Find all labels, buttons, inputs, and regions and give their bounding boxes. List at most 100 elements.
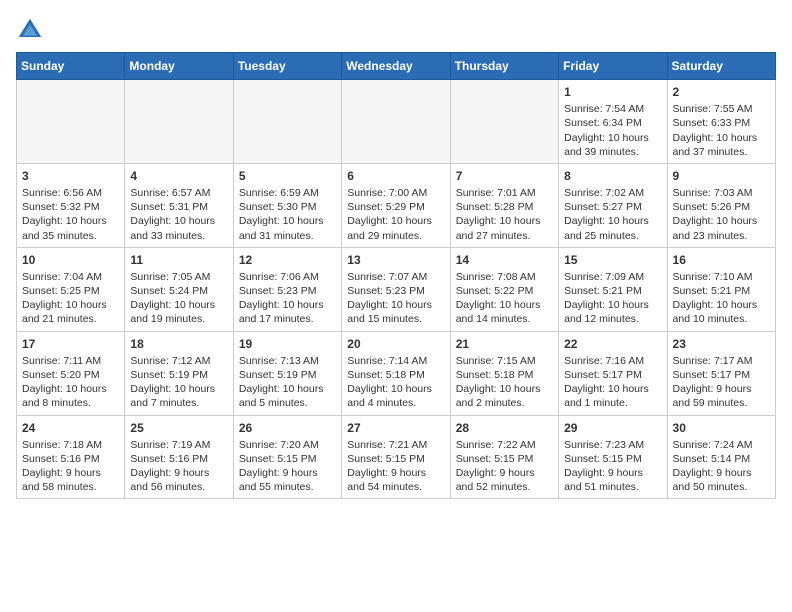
day-info: Sunrise: 7:18 AM Sunset: 5:16 PM Dayligh… [22,438,119,495]
day-number: 2 [673,84,770,100]
day-info: Sunrise: 7:11 AM Sunset: 5:20 PM Dayligh… [22,354,119,411]
calendar-cell: 27 Sunrise: 7:21 AM Sunset: 5:15 PM Dayli… [342,415,450,499]
day-info: Sunrise: 7:23 AM Sunset: 5:15 PM Dayligh… [564,438,661,495]
calendar-cell: 15 Sunrise: 7:09 AM Sunset: 5:21 PM Dayli… [559,247,667,331]
calendar-cell: 22Sunrise: 7:16 AM Sunset: 5:17 PM Dayli… [559,331,667,415]
day-number: 12 [239,252,336,268]
calendar-cell: 9 Sunrise: 7:03 AM Sunset: 5:26 PM Daylig… [667,163,775,247]
calendar-cell: 26 Sunrise: 7:20 AM Sunset: 5:15 PM Dayli… [233,415,341,499]
day-info: Sunrise: 7:06 AM Sunset: 5:23 PM Dayligh… [239,270,336,327]
logo-icon [16,16,44,44]
day-info: Sunrise: 6:57 AM Sunset: 5:31 PM Dayligh… [130,186,227,243]
weekday-header-tuesday: Tuesday [233,53,341,80]
day-number: 14 [456,252,553,268]
day-info: Sunrise: 7:04 AM Sunset: 5:25 PM Dayligh… [22,270,119,327]
calendar-cell: 11 Sunrise: 7:05 AM Sunset: 5:24 PM Dayli… [125,247,233,331]
day-info: Sunrise: 7:00 AM Sunset: 5:29 PM Dayligh… [347,186,444,243]
calendar-cell: 10 Sunrise: 7:04 AM Sunset: 5:25 PM Dayli… [17,247,125,331]
calendar-table: SundayMondayTuesdayWednesdayThursdayFrid… [16,52,776,499]
day-number: 28 [456,420,553,436]
day-info: Sunrise: 7:05 AM Sunset: 5:24 PM Dayligh… [130,270,227,327]
day-number: 15 [564,252,661,268]
weekday-header-sunday: Sunday [17,53,125,80]
calendar-cell [233,80,341,164]
weekday-header-friday: Friday [559,53,667,80]
day-number: 26 [239,420,336,436]
day-info: Sunrise: 7:08 AM Sunset: 5:22 PM Dayligh… [456,270,553,327]
calendar-cell [17,80,125,164]
day-number: 13 [347,252,444,268]
calendar-cell: 18Sunrise: 7:12 AM Sunset: 5:19 PM Dayli… [125,331,233,415]
day-info: Sunrise: 6:59 AM Sunset: 5:30 PM Dayligh… [239,186,336,243]
day-info: Sunrise: 7:21 AM Sunset: 5:15 PM Dayligh… [347,438,444,495]
calendar-cell: 4 Sunrise: 6:57 AM Sunset: 5:31 PM Daylig… [125,163,233,247]
calendar-cell: 20 Sunrise: 7:14 AM Sunset: 5:18 PM Dayli… [342,331,450,415]
day-info: Sunrise: 7:01 AM Sunset: 5:28 PM Dayligh… [456,186,553,243]
day-number: 27 [347,420,444,436]
calendar-cell: 21Sunrise: 7:15 AM Sunset: 5:18 PM Dayli… [450,331,558,415]
weekday-header-monday: Monday [125,53,233,80]
day-info: Sunrise: 7:10 AM Sunset: 5:21 PM Dayligh… [673,270,770,327]
calendar-cell: 8Sunrise: 7:02 AM Sunset: 5:27 PM Daylig… [559,163,667,247]
calendar-cell: 6Sunrise: 7:00 AM Sunset: 5:29 PM Daylig… [342,163,450,247]
day-info: Sunrise: 6:56 AM Sunset: 5:32 PM Dayligh… [22,186,119,243]
calendar-cell: 5 Sunrise: 6:59 AM Sunset: 5:30 PM Daylig… [233,163,341,247]
calendar-cell: 1 Sunrise: 7:54 AM Sunset: 6:34 PM Daylig… [559,80,667,164]
day-number: 9 [673,168,770,184]
calendar-cell: 16 Sunrise: 7:10 AM Sunset: 5:21 PM Dayli… [667,247,775,331]
weekday-header-row: SundayMondayTuesdayWednesdayThursdayFrid… [17,53,776,80]
day-number: 3 [22,168,119,184]
day-number: 23 [673,336,770,352]
day-number: 22 [564,336,661,352]
calendar-cell: 28 Sunrise: 7:22 AM Sunset: 5:15 PM Dayli… [450,415,558,499]
day-info: Sunrise: 7:07 AM Sunset: 5:23 PM Dayligh… [347,270,444,327]
day-info: Sunrise: 7:13 AM Sunset: 5:19 PM Dayligh… [239,354,336,411]
calendar-cell: 19 Sunrise: 7:13 AM Sunset: 5:19 PM Dayli… [233,331,341,415]
page-header [16,16,776,44]
day-number: 16 [673,252,770,268]
day-number: 5 [239,168,336,184]
calendar-cell: 13 Sunrise: 7:07 AM Sunset: 5:23 PM Dayli… [342,247,450,331]
week-row-4: 17 Sunrise: 7:11 AM Sunset: 5:20 PM Dayli… [17,331,776,415]
week-row-5: 24 Sunrise: 7:18 AM Sunset: 5:16 PM Dayli… [17,415,776,499]
calendar-cell: 25 Sunrise: 7:19 AM Sunset: 5:16 PM Dayli… [125,415,233,499]
week-row-3: 10 Sunrise: 7:04 AM Sunset: 5:25 PM Dayli… [17,247,776,331]
day-number: 17 [22,336,119,352]
day-number: 24 [22,420,119,436]
day-number: 21 [456,336,553,352]
day-info: Sunrise: 7:09 AM Sunset: 5:21 PM Dayligh… [564,270,661,327]
day-number: 11 [130,252,227,268]
day-info: Sunrise: 7:19 AM Sunset: 5:16 PM Dayligh… [130,438,227,495]
weekday-header-thursday: Thursday [450,53,558,80]
day-info: Sunrise: 7:03 AM Sunset: 5:26 PM Dayligh… [673,186,770,243]
calendar-cell [342,80,450,164]
calendar-cell: 29Sunrise: 7:23 AM Sunset: 5:15 PM Dayli… [559,415,667,499]
calendar-cell [125,80,233,164]
day-info: Sunrise: 7:55 AM Sunset: 6:33 PM Dayligh… [673,102,770,159]
day-info: Sunrise: 7:54 AM Sunset: 6:34 PM Dayligh… [564,102,661,159]
calendar-cell: 23 Sunrise: 7:17 AM Sunset: 5:17 PM Dayli… [667,331,775,415]
day-info: Sunrise: 7:12 AM Sunset: 5:19 PM Dayligh… [130,354,227,411]
calendar-cell: 7 Sunrise: 7:01 AM Sunset: 5:28 PM Daylig… [450,163,558,247]
calendar-cell: 17 Sunrise: 7:11 AM Sunset: 5:20 PM Dayli… [17,331,125,415]
day-number: 25 [130,420,227,436]
week-row-1: 1 Sunrise: 7:54 AM Sunset: 6:34 PM Daylig… [17,80,776,164]
day-info: Sunrise: 7:22 AM Sunset: 5:15 PM Dayligh… [456,438,553,495]
logo [16,16,48,44]
day-number: 7 [456,168,553,184]
day-info: Sunrise: 7:14 AM Sunset: 5:18 PM Dayligh… [347,354,444,411]
day-info: Sunrise: 7:20 AM Sunset: 5:15 PM Dayligh… [239,438,336,495]
day-info: Sunrise: 7:17 AM Sunset: 5:17 PM Dayligh… [673,354,770,411]
day-number: 4 [130,168,227,184]
day-number: 30 [673,420,770,436]
day-number: 10 [22,252,119,268]
week-row-2: 3 Sunrise: 6:56 AM Sunset: 5:32 PM Daylig… [17,163,776,247]
day-number: 1 [564,84,661,100]
calendar-cell: 14 Sunrise: 7:08 AM Sunset: 5:22 PM Dayli… [450,247,558,331]
day-number: 20 [347,336,444,352]
day-number: 19 [239,336,336,352]
calendar-cell: 24 Sunrise: 7:18 AM Sunset: 5:16 PM Dayli… [17,415,125,499]
day-number: 8 [564,168,661,184]
calendar-cell: 12 Sunrise: 7:06 AM Sunset: 5:23 PM Dayli… [233,247,341,331]
calendar-cell: 30Sunrise: 7:24 AM Sunset: 5:14 PM Dayli… [667,415,775,499]
